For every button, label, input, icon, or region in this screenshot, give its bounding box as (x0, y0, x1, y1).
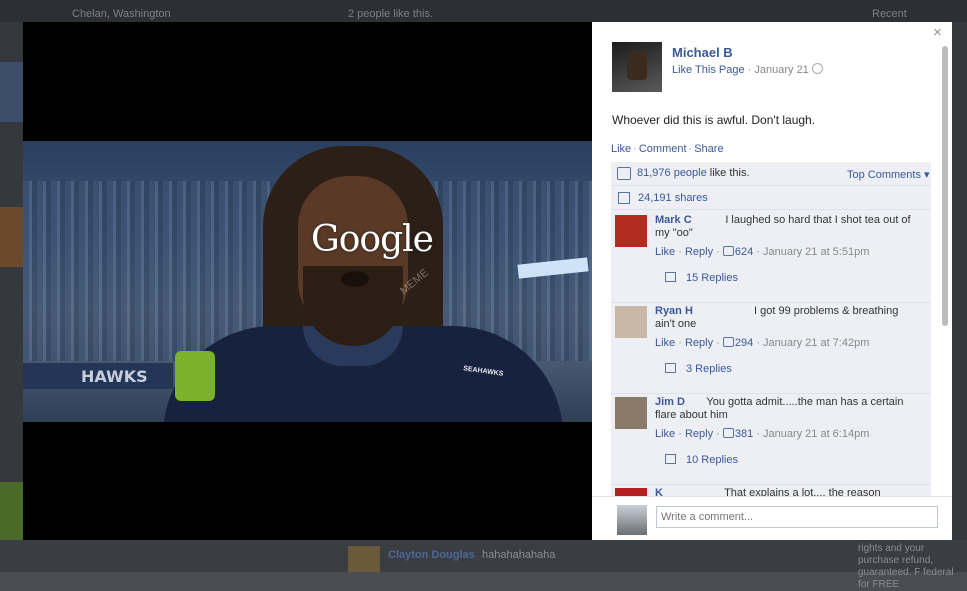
comment-actions: Like · Reply · 381 · January 21 at 6:14pm (655, 428, 870, 440)
comment-text: You gotta admit.....the man has a certai… (655, 396, 904, 421)
photo-stage: HAWKS SEAHAWKS Google MEME (23, 22, 592, 540)
post-meta: Like This Page · January 21 (672, 63, 823, 76)
comment-like-count[interactable]: 381 (735, 428, 753, 440)
comment-time[interactable]: January 21 at 7:42pm (763, 337, 869, 349)
comment-link[interactable]: Comment (639, 143, 687, 155)
commenter-avatar[interactable] (615, 215, 647, 247)
comment-reply-link[interactable]: Reply (685, 428, 713, 440)
comment-time[interactable]: January 21 at 5:51pm (763, 246, 869, 258)
comment-text: I laughed so hard that I shot tea out of… (655, 214, 911, 239)
background-comment-avatar (348, 546, 380, 572)
comment-composer (592, 496, 952, 540)
background-bottom-strip: Clayton Douglas hahahahahaha rights and … (0, 540, 967, 590)
comment-item: Mark C I laughed so hard that I shot tea… (611, 212, 931, 302)
replies-label: 3 Replies (686, 363, 732, 375)
background-recent: Recent (872, 8, 907, 20)
globe-icon (811, 63, 823, 74)
comment-reply-link[interactable]: Reply (685, 246, 713, 258)
like-page-link[interactable]: Like This Page (672, 64, 745, 76)
commenter-avatar[interactable] (615, 306, 647, 338)
commenter-avatar[interactable] (615, 397, 647, 429)
commenter-name[interactable]: Ryan H (655, 305, 693, 317)
stadium-banner: HAWKS (23, 363, 173, 389)
post-author[interactable]: Michael B (672, 45, 733, 60)
post-actions: Like · Comment · Share (611, 143, 724, 155)
view-replies-link[interactable]: 10 Replies (665, 454, 738, 466)
replies-label: 10 Replies (686, 454, 738, 466)
photo-image[interactable]: HAWKS SEAHAWKS Google MEME (23, 141, 592, 422)
comment-like-link[interactable]: Like (655, 428, 675, 440)
comment-actions: Like · Reply · 624 · January 21 at 5:51pm (655, 246, 870, 258)
post-text: Whoever did this is awful. Don't laugh. (612, 113, 816, 127)
panel-scrollbar-thumb[interactable] (942, 46, 948, 326)
comment-like-count[interactable]: 294 (735, 337, 753, 349)
google-logo-overlay: Google (311, 219, 434, 260)
share-icon (618, 192, 630, 204)
likes-count-link[interactable]: 81,976 people (637, 167, 707, 179)
likes-summary: 81,976 people like this. Top Comments ▾ (611, 162, 931, 184)
reply-icon (665, 363, 676, 373)
comment-item: Ryan H I got 99 problems & breathing ain… (611, 303, 931, 393)
like-count-icon (722, 337, 734, 347)
view-replies-link[interactable]: 15 Replies (665, 272, 738, 284)
top-comments-dropdown[interactable]: Top Comments ▾ (847, 168, 930, 181)
shares-count-link[interactable]: 24,191 shares (638, 192, 708, 204)
comment-time[interactable]: January 21 at 6:14pm (763, 428, 869, 440)
close-icon[interactable]: × (933, 24, 942, 41)
comment-item: Jim D You gotta admit.....the man has a … (611, 394, 931, 484)
comment-like-link[interactable]: Like (655, 337, 675, 349)
post-side-panel: × Michael B Like This Page · January 21 … (592, 22, 952, 540)
comment-like-count[interactable]: 624 (735, 246, 753, 258)
background-comment-author[interactable]: Clayton Douglas (388, 549, 475, 561)
likes-suffix: like this. (709, 167, 750, 179)
background-location: Chelan, Washington (72, 8, 171, 20)
background-left-column (0, 22, 23, 572)
background-ad-text: rights and your purchase refund, guarant… (858, 543, 954, 590)
comment-input[interactable] (656, 506, 938, 528)
banner-text: HAWKS (81, 367, 148, 386)
thumbs-up-icon (617, 167, 631, 180)
comment-actions: Like · Reply · 294 · January 21 at 7:42pm (655, 337, 870, 349)
background-comment-text: hahahahahaha (482, 549, 556, 561)
background-header: Chelan, Washington 2 people like this. R… (0, 0, 967, 22)
background-likes-note: 2 people like this. (348, 8, 433, 20)
comment-like-link[interactable]: Like (655, 246, 675, 258)
like-count-icon (722, 428, 734, 438)
share-link[interactable]: Share (694, 143, 723, 155)
player-figure: SEAHAWKS (163, 146, 563, 422)
replies-label: 15 Replies (686, 272, 738, 284)
author-avatar[interactable] (612, 42, 662, 92)
current-user-avatar (617, 505, 647, 535)
shares-summary: 24,191 shares (611, 186, 931, 208)
jersey-number (175, 351, 215, 401)
view-replies-link[interactable]: 3 Replies (665, 363, 732, 375)
like-count-icon (722, 246, 734, 256)
comment-reply-link[interactable]: Reply (685, 337, 713, 349)
reply-icon (665, 454, 676, 464)
divider (611, 209, 931, 210)
like-link[interactable]: Like (611, 143, 631, 155)
reply-icon (665, 272, 676, 282)
commenter-name[interactable]: Jim D (655, 396, 685, 408)
commenter-name[interactable]: Mark C (655, 214, 692, 226)
player-mouth (341, 271, 369, 287)
post-date[interactable]: January 21 (754, 64, 808, 76)
feedback-box: 81,976 people like this. Top Comments ▾ … (611, 162, 931, 540)
